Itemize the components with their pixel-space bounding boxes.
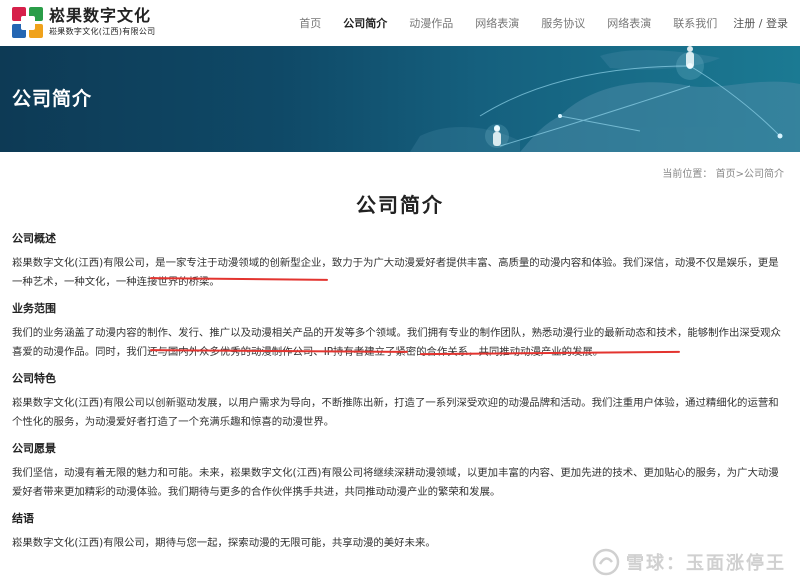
brand[interactable]: 崧果数字文化 崧果数字文化(江西)有限公司: [49, 6, 155, 38]
breadcrumb-home[interactable]: 首页: [716, 169, 736, 180]
main-content: 公司简介 公司概述 崧果数字文化(江西)有限公司，是一家专注于动漫领域的创新型企…: [12, 190, 788, 553]
brand-subtitle: 崧果数字文化(江西)有限公司: [49, 27, 156, 36]
section-title: 公司概述: [12, 232, 56, 245]
banner-title: 公司简介: [12, 88, 93, 110]
nav-item-terms[interactable]: 服务协议: [541, 15, 585, 31]
nav-item-live-2[interactable]: 网络表演: [607, 15, 651, 31]
nav-item-works[interactable]: 动漫作品: [409, 15, 453, 31]
nav-item-about[interactable]: 公司简介: [343, 15, 387, 31]
nav-item-contact[interactable]: 联系我们: [673, 15, 717, 31]
nav-item-home[interactable]: 首页: [299, 15, 321, 31]
main-nav: 首页 公司简介 动漫作品 网络表演 服务协议 网络表演 联系我们 注册 / 登录: [277, 0, 788, 46]
watermark: 雪球：玉面涨停王: [592, 548, 786, 576]
section-body: 崧果数字文化(江西)有限公司以创新驱动发展，以用户需求为导向，不断推陈出新，打造…: [12, 397, 779, 428]
page-title: 公司简介: [356, 193, 444, 217]
breadcrumb-prefix: 当前位置：: [662, 169, 713, 180]
section-vision: 公司愿景 我们坚信，动漫有着无限的魅力和可能。未来，崧果数字文化(江西)有限公司…: [12, 441, 788, 502]
section-title: 公司特色: [12, 372, 56, 385]
breadcrumb-separator: >: [735, 169, 744, 180]
section-body: 我们坚信，动漫有着无限的魅力和可能。未来，崧果数字文化(江西)有限公司将继续深耕…: [12, 467, 779, 498]
brand-name: 崧果数字文化: [49, 6, 152, 25]
section-body: 我们的业务涵盖了动漫内容的制作、发行、推广以及动漫相关产品的开发等多个领域。我们…: [12, 327, 781, 358]
section-overview: 公司概述 崧果数字文化(江西)有限公司，是一家专注于动漫领域的创新型企业，致力于…: [12, 231, 788, 292]
section-features: 公司特色 崧果数字文化(江西)有限公司以创新驱动发展，以用户需求为导向，不断推陈…: [12, 371, 788, 432]
snowball-logo-icon: [592, 548, 620, 576]
section-title: 公司愿景: [12, 442, 56, 455]
section-body: 崧果数字文化(江西)有限公司，是一家专注于动漫领域的创新型企业，致力于为广大动漫…: [12, 257, 779, 288]
watermark-text: 雪球：玉面涨停王: [626, 553, 786, 574]
section-title: 业务范围: [12, 302, 56, 315]
nav-item-live[interactable]: 网络表演: [475, 15, 519, 31]
breadcrumb-current[interactable]: 公司简介: [744, 169, 784, 180]
page-banner: 公司简介: [0, 46, 800, 152]
register-login-link[interactable]: 注册 / 登录: [733, 15, 788, 31]
world-map-decoration: [410, 46, 800, 152]
section-closing: 结语 崧果数字文化(江西)有限公司，期待与您一起，探索动漫的无限可能，共享动漫的…: [12, 511, 788, 553]
brand-logo-icon[interactable]: [12, 7, 44, 39]
logo-center: [21, 16, 35, 30]
site-header: 崧果数字文化 崧果数字文化(江西)有限公司 首页 公司简介 动漫作品 网络表演 …: [0, 0, 800, 46]
breadcrumb: 当前位置： 首页>公司简介: [662, 165, 784, 180]
section-title: 结语: [12, 512, 34, 525]
